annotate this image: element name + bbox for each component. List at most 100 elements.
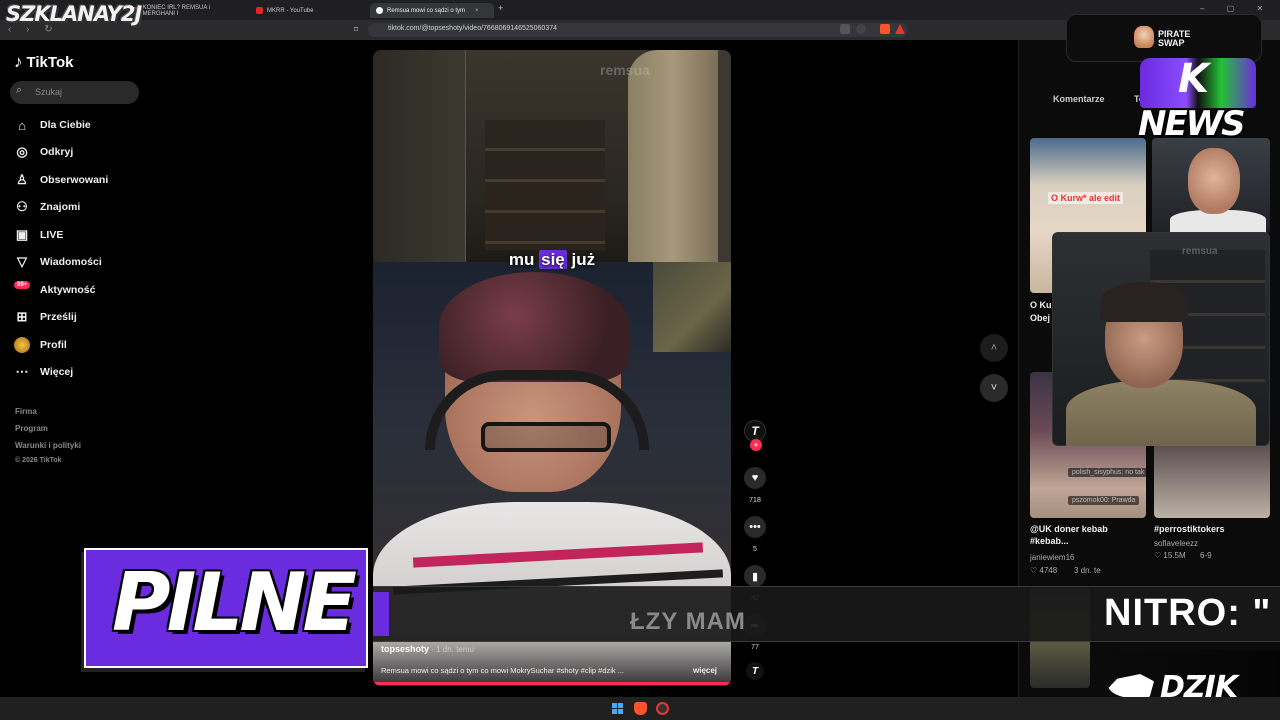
- bookmark-icon[interactable]: ⌑: [354, 25, 358, 34]
- webcam-hair: [1100, 282, 1188, 322]
- webcam-small-face: [1188, 148, 1240, 214]
- video-author[interactable]: topseshoty · 1 dn. temu: [381, 644, 474, 654]
- browser-tab-active[interactable]: Remsua mowi co sądzi o tym ×: [370, 3, 494, 18]
- activity-badge: 99+: [14, 281, 31, 289]
- url-text[interactable]: tiktok.com/@topseshoty/video/76680691465…: [388, 25, 557, 32]
- subtitle-word: już: [566, 250, 596, 269]
- zoom-icon[interactable]: [856, 24, 866, 34]
- sidebar-item-live[interactable]: ▣ LIVE: [14, 226, 64, 244]
- video-hair: [439, 272, 629, 382]
- sidebar-item-label: LIVE: [40, 229, 64, 241]
- browser-tab[interactable]: KONIEC IRL? REMSUA i MERGHANI I: [126, 3, 248, 18]
- related-video-user[interactable]: janiewiem16: [1030, 553, 1074, 562]
- compass-icon: ◎: [16, 144, 28, 159]
- search-icon: ⌕: [16, 84, 23, 96]
- chat-message: pszomok00: Prawda: [1068, 496, 1140, 505]
- youtube-icon: [256, 7, 263, 14]
- ticker-text: ŁZY MAM: [630, 608, 746, 635]
- video-description: Remsua mowi co sądzi o tym co mowi Mokry…: [381, 666, 624, 675]
- upload-icon: ⊞: [16, 309, 28, 324]
- brave-shield-icon[interactable]: [880, 24, 890, 34]
- translate-icon[interactable]: [840, 24, 850, 34]
- breaking-banner-text: PILNE: [112, 556, 357, 649]
- chevron-down-icon: ˅: [990, 382, 998, 394]
- chat-message: polish_sisyphus: no tak: [1068, 468, 1149, 477]
- related-video-time: 6-9: [1200, 551, 1212, 560]
- related-video-user[interactable]: soflaveleezz: [1154, 539, 1198, 548]
- sidebar-item-profile[interactable]: Profil: [14, 336, 67, 354]
- more-link[interactable]: więcej: [693, 666, 717, 675]
- save-button[interactable]: ▮: [744, 565, 766, 587]
- more-icon: ⋯: [15, 364, 29, 379]
- previous-video-button[interactable]: ˄: [980, 334, 1008, 362]
- tab-label: Remsua mowi co sądzi o tym: [387, 7, 466, 14]
- news-logo: NEWS: [1138, 104, 1246, 144]
- video-top-scene: remsua: [373, 50, 731, 262]
- related-video-likes: ♡ 4748: [1030, 566, 1058, 575]
- webcam-body: [1066, 380, 1256, 446]
- comment-button[interactable]: •••: [744, 516, 766, 538]
- sidebar-item-following[interactable]: ♙ Obserwowani: [14, 171, 108, 189]
- video-subtitle: mu się już: [373, 250, 731, 270]
- friends-icon: ⚇: [16, 199, 28, 214]
- title-line: @UK doner kebab: [1030, 524, 1108, 534]
- sidebar-item-upload[interactable]: ⊞ Prześlij: [14, 308, 77, 326]
- windows-start-icon[interactable]: [612, 703, 623, 714]
- subtitle-highlight: się: [539, 250, 567, 269]
- footer-link[interactable]: Program: [15, 424, 48, 433]
- sidebar-item-messages[interactable]: ▽ Wiadomości: [14, 253, 102, 271]
- post-time: · 1 dn. temu: [429, 645, 474, 654]
- brave-browser-icon[interactable]: [634, 702, 647, 715]
- browser-tab[interactable]: MKRR - YouTube: [250, 3, 368, 18]
- video-progress-bar[interactable]: [373, 682, 731, 685]
- video-watermark: remsua: [600, 62, 650, 78]
- messages-icon: ▽: [17, 254, 27, 269]
- sound-avatar[interactable]: T: [746, 662, 764, 680]
- title-line: #perrostiktokers: [1154, 524, 1225, 534]
- tab-comments[interactable]: Komentarze: [1053, 94, 1105, 104]
- window-controls[interactable]: – ▢ ✕: [1200, 4, 1273, 13]
- copyright: © 2026 TikTok: [15, 457, 62, 464]
- footer-link[interactable]: Warunki i polityki: [15, 441, 81, 450]
- tiktok-logo[interactable]: ♪ TikTok: [14, 52, 73, 72]
- webcam-watermark: remsua: [1182, 246, 1218, 257]
- chevron-up-icon: ˄: [990, 342, 998, 354]
- close-tab-icon[interactable]: ×: [475, 8, 479, 14]
- following-icon: ♙: [16, 172, 28, 187]
- sidebar-item-more[interactable]: ⋯ Więcej: [14, 363, 74, 381]
- sidebar-item-label: Aktywność: [40, 284, 96, 296]
- author-name[interactable]: topseshoty: [381, 644, 429, 654]
- heart-icon: ♥: [751, 472, 759, 484]
- share-count: 77: [751, 644, 759, 651]
- sidebar-item-friends[interactable]: ⚇ Znajomi: [14, 198, 80, 216]
- sidebar-item-label: Odkryj: [40, 146, 74, 158]
- subtitle-word: mu: [508, 250, 540, 269]
- sponsor-line: SWAP: [1158, 38, 1185, 48]
- tab-label: KONIEC IRL? REMSUA i MERGHANI I: [142, 4, 210, 17]
- title-line: #kebab...: [1030, 536, 1069, 546]
- follow-plus-icon[interactable]: +: [750, 439, 762, 451]
- home-icon: ⌂: [18, 117, 26, 133]
- sidebar-item-label: Znajomi: [40, 201, 81, 213]
- search-input[interactable]: [10, 81, 139, 104]
- related-video-title[interactable]: @UK doner kebab #kebab...: [1030, 523, 1108, 547]
- comment-icon: •••: [749, 521, 761, 533]
- footer-link[interactable]: Firma: [15, 407, 37, 416]
- tab-label: MKRR - YouTube: [267, 7, 314, 14]
- sidebar-item-label: Profil: [40, 339, 67, 351]
- like-button[interactable]: ♥: [744, 467, 766, 489]
- sidebar-item-explore[interactable]: ◎ Odkryj: [14, 143, 73, 161]
- related-video-title[interactable]: #perrostiktokers: [1154, 523, 1225, 535]
- like-count: 718: [749, 497, 761, 504]
- taskbar-app-icon[interactable]: [656, 702, 669, 715]
- next-video-button[interactable]: ˅: [980, 374, 1008, 402]
- video-glasses: [481, 422, 611, 452]
- ticker-text: NITRO: ": [1104, 592, 1272, 634]
- related-video-time: 3 dn. te: [1074, 566, 1101, 575]
- video-person-back: [628, 50, 718, 262]
- sidebar-item-label: Dla Ciebie: [40, 119, 91, 131]
- live-icon: ▣: [15, 227, 29, 242]
- new-tab-icon[interactable]: +: [498, 3, 503, 13]
- sidebar-item-for-you[interactable]: ⌂ Dla Ciebie: [14, 116, 91, 134]
- video-monitor: [653, 262, 731, 352]
